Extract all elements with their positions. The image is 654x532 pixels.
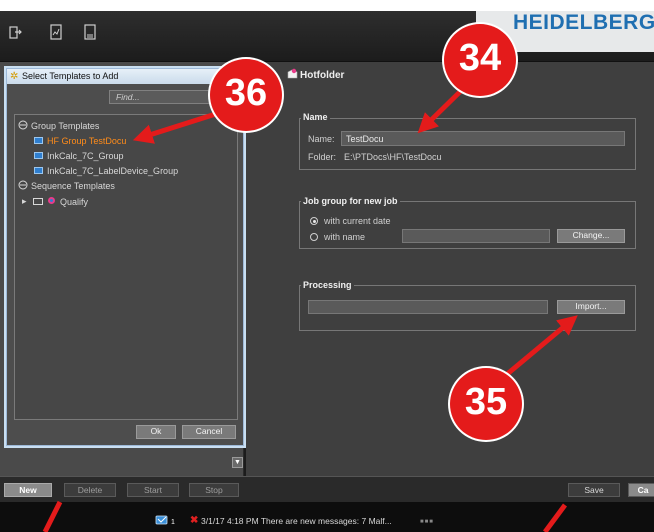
arrow-bottom-left	[42, 500, 63, 532]
arrow-35	[498, 315, 578, 382]
annotation-arrows	[42, 80, 578, 532]
callout-34-label: 34	[458, 37, 502, 79]
callout-35-label: 35	[464, 381, 508, 423]
callout-36-label: 36	[224, 72, 268, 114]
arrow-bottom-right	[542, 503, 568, 532]
arrow-36	[132, 109, 223, 144]
